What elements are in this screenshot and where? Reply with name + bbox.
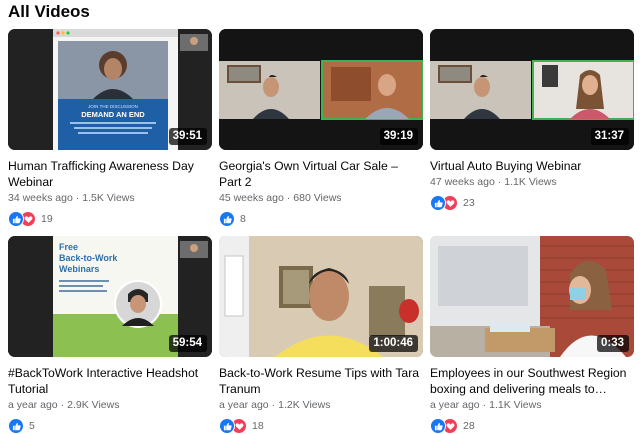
- reaction-count: 19: [41, 213, 53, 225]
- video-duration: 0:33: [596, 335, 629, 352]
- thumb-slide-headline: Back-to-Work: [59, 253, 118, 263]
- thumb-slide-word: Free: [59, 242, 78, 252]
- video-views: 1.1K Views: [489, 399, 542, 411]
- thumb-slide-subtitle: JOIN THE DISCUSSION: [88, 104, 138, 109]
- reaction-count: 5: [29, 420, 35, 432]
- reactions[interactable]: 28: [430, 418, 634, 434]
- reaction-count: 8: [240, 213, 246, 225]
- video-meta: 45 weeks ago · 680 Views: [219, 192, 342, 204]
- video-card[interactable]: 39:19 Georgia's Own Virtual Car Sale – P…: [219, 29, 423, 227]
- video-views: 680 Views: [293, 192, 342, 204]
- video-card[interactable]: 31:37 Virtual Auto Buying Webinar 47 wee…: [430, 29, 634, 211]
- thumb-slide-headline-2: Webinars: [59, 264, 99, 274]
- video-thumbnail[interactable]: Free Back-to-Work Webinars 59:54: [8, 236, 212, 357]
- reactions[interactable]: 18: [219, 418, 423, 434]
- video-age: 34 weeks ago: [8, 192, 73, 204]
- video-duration: 1:00:46: [369, 335, 418, 352]
- reaction-count: 18: [252, 420, 264, 432]
- video-age: 47 weeks ago: [430, 176, 495, 188]
- video-duration: 59:54: [168, 335, 207, 352]
- video-views: 1.5K Views: [82, 192, 135, 204]
- video-thumbnail[interactable]: 0:33: [430, 236, 634, 357]
- video-meta: 34 weeks ago · 1.5K Views: [8, 192, 135, 204]
- video-thumbnail[interactable]: 1:00:46: [219, 236, 423, 357]
- reaction-count: 23: [463, 197, 475, 209]
- video-card[interactable]: 0:33 Employees in our Southwest Region b…: [430, 236, 634, 434]
- video-card[interactable]: Free Back-to-Work Webinars 59:54 #BackTo…: [8, 236, 212, 434]
- video-title[interactable]: Human Trafficking Awareness Day Webinar: [8, 158, 212, 190]
- video-meta: a year ago · 2.9K Views: [8, 399, 120, 411]
- video-age: a year ago: [430, 399, 480, 411]
- thumbs-up-icon: [430, 195, 446, 211]
- video-thumbnail[interactable]: JOIN THE DISCUSSION DEMAND AN END 39:51: [8, 29, 212, 150]
- thumbs-up-icon: [430, 418, 446, 434]
- video-age: a year ago: [8, 399, 58, 411]
- reactions[interactable]: 8: [219, 211, 423, 227]
- video-grid: JOIN THE DISCUSSION DEMAND AN END 39:51 …: [0, 0, 640, 434]
- video-card[interactable]: 1:00:46 Back-to-Work Resume Tips with Ta…: [219, 236, 423, 434]
- video-age: 45 weeks ago: [219, 192, 284, 204]
- thumbs-up-icon: [8, 211, 24, 227]
- reactions[interactable]: 5: [8, 418, 212, 434]
- video-views: 2.9K Views: [67, 399, 120, 411]
- video-duration: 31:37: [590, 128, 629, 145]
- video-thumbnail[interactable]: 31:37: [430, 29, 634, 150]
- video-views: 1.2K Views: [278, 399, 331, 411]
- video-title[interactable]: Georgia's Own Virtual Car Sale – Part 2: [219, 158, 423, 190]
- video-card[interactable]: JOIN THE DISCUSSION DEMAND AN END 39:51 …: [8, 29, 212, 227]
- video-meta: a year ago · 1.2K Views: [219, 399, 331, 411]
- video-title[interactable]: Virtual Auto Buying Webinar: [430, 158, 634, 174]
- video-title[interactable]: Employees in our Southwest Region boxing…: [430, 365, 634, 397]
- video-duration: 39:19: [379, 128, 418, 145]
- thumbs-up-icon: [8, 418, 24, 434]
- video-thumbnail[interactable]: 39:19: [219, 29, 423, 150]
- reactions[interactable]: 23: [430, 195, 634, 211]
- video-views: 1.1K Views: [504, 176, 557, 188]
- video-title[interactable]: Back-to-Work Resume Tips with Tara Tranu…: [219, 365, 423, 397]
- video-title[interactable]: #BackToWork Interactive Headshot Tutoria…: [8, 365, 212, 397]
- video-age: a year ago: [219, 399, 269, 411]
- reactions[interactable]: 19: [8, 211, 212, 227]
- thumbs-up-icon: [219, 211, 235, 227]
- video-duration: 39:51: [168, 128, 207, 145]
- video-meta: a year ago · 1.1K Views: [430, 399, 542, 411]
- thumbs-up-icon: [219, 418, 235, 434]
- video-meta: 47 weeks ago · 1.1K Views: [430, 176, 557, 188]
- reaction-count: 28: [463, 420, 475, 432]
- thumb-slide-headline: DEMAND AN END: [81, 110, 145, 119]
